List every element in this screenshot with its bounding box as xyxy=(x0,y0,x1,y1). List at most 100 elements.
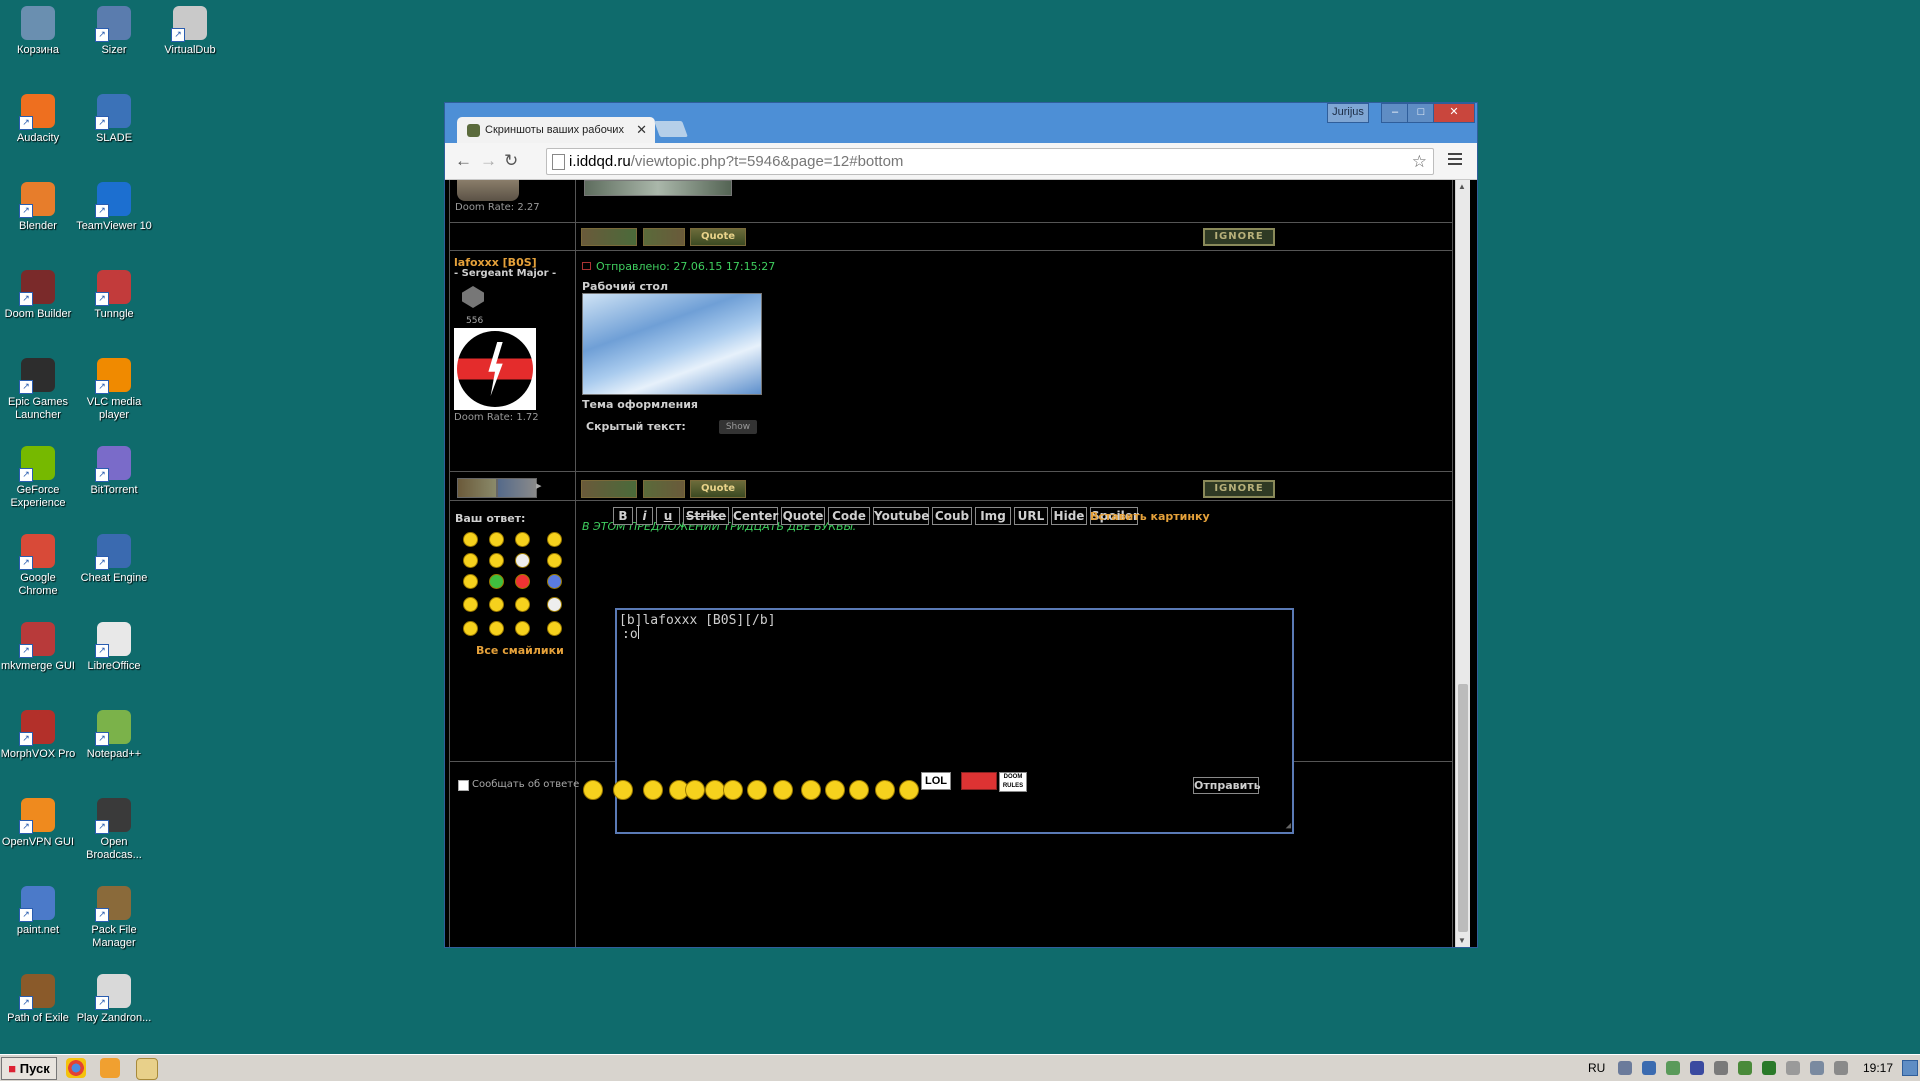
tray-icon[interactable] xyxy=(1834,1061,1848,1075)
desktop-icon[interactable]: ↗ LibreOffice xyxy=(76,622,152,673)
address-bar[interactable]: i.iddqd.ru/viewtopic.php?t=5946&page=12#… xyxy=(546,148,1434,175)
desktop-icon[interactable]: ↗ Epic Games Launcher xyxy=(0,358,76,422)
desktop-icon[interactable]: ↗ GeForce Experience xyxy=(0,446,76,510)
smiley-icon[interactable] xyxy=(547,621,562,636)
back-arrow-icon[interactable]: ← xyxy=(455,151,472,171)
tray-icon[interactable] xyxy=(1762,1061,1776,1075)
editor-button-hide[interactable]: Hide xyxy=(1051,507,1087,525)
smiley-icon[interactable] xyxy=(547,532,562,547)
editor-button-youtube[interactable]: Youtube xyxy=(873,507,929,525)
smiley-icon[interactable] xyxy=(515,621,530,636)
editor-button-code[interactable]: Code xyxy=(828,507,870,525)
smiley-icon[interactable] xyxy=(825,780,845,800)
submit-button[interactable]: Отправить xyxy=(1193,777,1261,794)
tray-icon[interactable] xyxy=(1738,1061,1752,1075)
tray-icon[interactable] xyxy=(1618,1061,1632,1075)
author-profile-icon[interactable] xyxy=(457,478,497,498)
smiley-icon[interactable] xyxy=(685,780,705,800)
title-bar[interactable]: Скриншоты ваших рабочих ✕ Jurijus – □ ✕ xyxy=(445,103,1477,143)
quote-button[interactable]: Quote xyxy=(690,228,746,246)
desktop-icon[interactable]: ↗ Pack File Manager xyxy=(76,886,152,950)
desktop-screenshot-thumbnail[interactable] xyxy=(582,293,762,395)
smiley-icon[interactable] xyxy=(489,553,504,568)
desktop-icon[interactable]: ↗ Notepad++ xyxy=(76,710,152,761)
smiley-icon[interactable] xyxy=(463,574,478,589)
desktop-icon[interactable]: ↗ Cheat Engine xyxy=(76,534,152,585)
editor-button-quote[interactable]: Quote xyxy=(781,507,825,525)
smiley-icon[interactable] xyxy=(489,621,504,636)
smiley-icon[interactable] xyxy=(515,597,530,612)
tray-icon[interactable] xyxy=(1786,1061,1800,1075)
smiley-icon[interactable] xyxy=(547,553,562,568)
smiley-icon[interactable] xyxy=(643,780,663,800)
menu-icon[interactable] xyxy=(1448,153,1462,168)
smiley-icon[interactable] xyxy=(463,553,478,568)
smiley-icon[interactable] xyxy=(463,532,478,547)
start-button[interactable]: ■ Пуск xyxy=(1,1057,57,1080)
scrollbar-thumb[interactable] xyxy=(1458,684,1468,932)
desktop-icon[interactable]: ↗ Open Broadcas... xyxy=(76,798,152,862)
smiley-icon[interactable] xyxy=(463,621,478,636)
editor-button-img[interactable]: Img xyxy=(975,507,1011,525)
smiley-icon[interactable] xyxy=(489,574,504,589)
all-smileys-link[interactable]: Все смайлики xyxy=(476,644,564,657)
scroll-down-icon[interactable]: ▼ xyxy=(1458,936,1466,945)
author-pm-icon[interactable] xyxy=(497,478,537,498)
bookmark-star-icon[interactable]: ☆ xyxy=(1412,149,1427,174)
desktop-icon[interactable]: ↗ mkvmerge GUI xyxy=(0,622,76,673)
desktop-icon[interactable]: ↗ MorphVOX Pro xyxy=(0,710,76,761)
smiley-icon[interactable] xyxy=(583,780,603,800)
prev-screenshot-thumbnail[interactable] xyxy=(584,180,732,196)
desktop-icon[interactable]: ↗ Google Chrome xyxy=(0,534,76,598)
smiley-icon[interactable] xyxy=(489,597,504,612)
desktop-icon[interactable]: ↗ Sizer xyxy=(76,6,152,57)
insert-image-link[interactable]: Вставить картинку xyxy=(1090,510,1210,523)
explorer-taskbar-icon[interactable] xyxy=(136,1058,158,1080)
desktop-icon[interactable]: ↗ VLC media player xyxy=(76,358,152,422)
desktop-icon[interactable]: ↗ BitTorrent xyxy=(76,446,152,497)
resize-handle-icon[interactable]: ◢ xyxy=(1286,821,1291,831)
forward-arrow-icon[interactable]: → xyxy=(480,151,497,171)
smiley-icon[interactable] xyxy=(547,597,562,612)
maximize-button[interactable]: □ xyxy=(1407,103,1435,123)
tray-icon[interactable] xyxy=(1690,1061,1704,1075)
smiley-icon[interactable] xyxy=(849,780,869,800)
profile-button[interactable] xyxy=(581,228,637,246)
editor-button-strike[interactable]: Strike xyxy=(683,507,729,525)
media-taskbar-icon[interactable] xyxy=(100,1058,120,1078)
desktop-icon[interactable]: ↗ Path of Exile xyxy=(0,974,76,1025)
desktop-icon[interactable]: ↗ OpenVPN GUI xyxy=(0,798,76,849)
scroll-up-icon[interactable]: ▲ xyxy=(1458,182,1466,191)
caret-right-icon[interactable]: ▸ xyxy=(536,479,542,492)
smiley-icon[interactable] xyxy=(773,780,793,800)
tray-icon[interactable] xyxy=(1714,1061,1728,1075)
smiley-icon[interactable] xyxy=(875,780,895,800)
new-tab-button[interactable] xyxy=(654,121,688,137)
desktop-icon[interactable]: ↗ TeamViewer 10 xyxy=(76,182,152,233)
notify-checkbox[interactable] xyxy=(458,780,469,791)
smiley-icon[interactable] xyxy=(515,553,530,568)
language-indicator[interactable]: RU xyxy=(1588,1061,1605,1075)
smiley-icon[interactable] xyxy=(489,532,504,547)
smiley-icon[interactable] xyxy=(515,574,530,589)
editor-button-u[interactable]: u xyxy=(656,507,680,525)
chrome-taskbar-icon[interactable] xyxy=(66,1058,86,1078)
show-desktop-icon[interactable] xyxy=(1902,1060,1918,1076)
tab-active[interactable]: Скриншоты ваших рабочих ✕ xyxy=(457,117,655,143)
desktop-icon[interactable]: ↗ paint.net xyxy=(0,886,76,937)
desktop-icon[interactable]: ↗ SLADE xyxy=(76,94,152,145)
profile-button[interactable] xyxy=(581,480,637,498)
smiley-icon[interactable] xyxy=(463,597,478,612)
smiley-icon[interactable] xyxy=(723,780,743,800)
desktop-icon[interactable]: Корзина xyxy=(0,6,76,57)
editor-button-coub[interactable]: Coub xyxy=(932,507,972,525)
desktop-icon[interactable]: ↗ Audacity xyxy=(0,94,76,145)
minimize-button[interactable]: – xyxy=(1381,103,1409,123)
quote-button[interactable]: Quote xyxy=(690,480,746,498)
reload-icon[interactable]: ↻ xyxy=(504,151,518,171)
editor-button-center[interactable]: Center xyxy=(732,507,778,525)
close-tab-icon[interactable]: ✕ xyxy=(636,122,647,138)
close-window-button[interactable]: ✕ xyxy=(1433,103,1475,123)
sign-smiley-icon[interactable] xyxy=(961,772,997,790)
page-scrollbar[interactable]: ▲ ▼ xyxy=(1455,180,1470,947)
